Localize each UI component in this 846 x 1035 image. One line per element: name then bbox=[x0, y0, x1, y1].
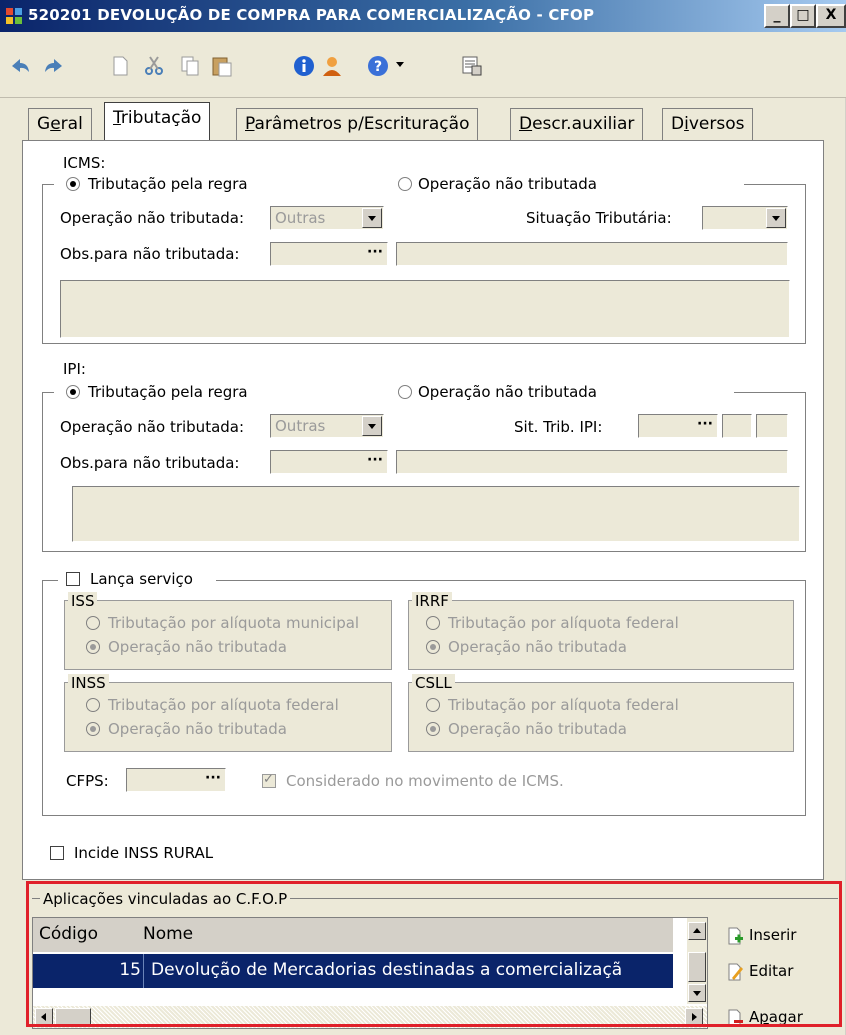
ipi-sit-trib-label: Sit. Trib. IPI: bbox=[514, 418, 603, 436]
icms-situacao-label: Situação Tributária: bbox=[526, 209, 672, 227]
cut-icon[interactable] bbox=[142, 54, 166, 78]
ipi-sit-trib-lookup[interactable]: ··· bbox=[638, 414, 718, 438]
app-icon bbox=[6, 8, 22, 24]
csll-opt1-radio[interactable] bbox=[426, 698, 440, 712]
svg-text:?: ? bbox=[374, 59, 382, 75]
inss-rural-label: Incide INSS RURAL bbox=[74, 844, 214, 862]
help-icon[interactable]: ? bbox=[366, 54, 390, 78]
ipi-obs-lookup[interactable]: ··· bbox=[270, 450, 388, 474]
irrf-opt2-label: Operação não tributada bbox=[448, 638, 627, 656]
icms-op-nao-trib-label: Operação não tributada: bbox=[60, 209, 245, 227]
ipi-nao-trib-label: Operação não tributada bbox=[418, 383, 597, 401]
window-title: 520201 DEVOLUÇÃO DE COMPRA PARA COMERCIA… bbox=[28, 6, 595, 24]
title-bar: 520201 DEVOLUÇÃO DE COMPRA PARA COMERCIA… bbox=[0, 0, 846, 32]
icms-regra-radio[interactable] bbox=[66, 177, 80, 191]
highlight-outline bbox=[26, 881, 842, 1027]
tab-diversos[interactable]: Diversos bbox=[662, 108, 754, 140]
help-dropdown-arrow-icon[interactable] bbox=[396, 62, 404, 67]
tab-tributacao[interactable]: Tributação bbox=[104, 102, 211, 140]
inss-opt2-radio[interactable] bbox=[86, 722, 100, 736]
iss-opt1-label: Tributação por alíquota municipal bbox=[108, 614, 360, 632]
paste-icon[interactable] bbox=[210, 54, 234, 78]
considerado-label: Considerado no movimento de ICMS. bbox=[286, 772, 564, 790]
csll-title: CSLL bbox=[412, 674, 455, 692]
iss-title: ISS bbox=[68, 592, 98, 610]
ipi-op-nao-trib-value: Outras bbox=[275, 417, 326, 435]
ipi-nao-trib-radio[interactable] bbox=[398, 385, 412, 399]
ellipsis-icon[interactable]: ··· bbox=[367, 452, 383, 468]
ipi-obs-memo bbox=[72, 486, 800, 542]
irrf-opt1-label: Tributação por alíquota federal bbox=[448, 614, 679, 632]
considerado-checkbox[interactable] bbox=[262, 772, 276, 788]
maximize-button[interactable]: □ bbox=[790, 4, 816, 28]
ipi-sit-trib-desc bbox=[756, 414, 788, 438]
csll-opt2-radio[interactable] bbox=[426, 722, 440, 736]
icms-title: ICMS: bbox=[60, 154, 109, 172]
iss-opt1-radio[interactable] bbox=[86, 616, 100, 630]
cfps-label: CFPS: bbox=[66, 772, 109, 790]
ellipsis-icon[interactable]: ··· bbox=[205, 770, 221, 786]
csll-opt1-label: Tributação por alíquota federal bbox=[448, 696, 679, 714]
icms-obs-label: Obs.para não tributada: bbox=[60, 245, 240, 263]
irrf-opt2-radio[interactable] bbox=[426, 640, 440, 654]
cfps-lookup[interactable]: ··· bbox=[126, 768, 226, 792]
iss-subgroup bbox=[64, 600, 392, 670]
icms-obs-lookup[interactable]: ··· bbox=[270, 242, 388, 266]
inss-subgroup bbox=[64, 682, 392, 752]
icms-obs-description bbox=[396, 242, 788, 266]
icms-op-nao-trib-value: Outras bbox=[275, 209, 326, 227]
user-icon[interactable] bbox=[320, 54, 344, 78]
irrf-title: IRRF bbox=[412, 592, 452, 610]
close-button[interactable]: X bbox=[816, 4, 846, 28]
new-document-icon[interactable] bbox=[108, 54, 132, 78]
icms-nao-trib-radio[interactable] bbox=[398, 177, 412, 191]
lanca-servico-checkbox[interactable] bbox=[66, 572, 80, 586]
csll-subgroup bbox=[408, 682, 794, 752]
minimize-button[interactable]: _ bbox=[764, 4, 790, 28]
ipi-obs-label: Obs.para não tributada: bbox=[60, 454, 240, 472]
print-preview-icon[interactable] bbox=[460, 54, 484, 78]
inss-opt1-label: Tributação por alíquota federal bbox=[108, 696, 339, 714]
copy-icon[interactable] bbox=[178, 54, 202, 78]
cfop-window: 520201 DEVOLUÇÃO DE COMPRA PARA COMERCIA… bbox=[0, 0, 846, 1035]
redo-icon[interactable] bbox=[42, 54, 66, 78]
icms-regra-label: Tributação pela regra bbox=[88, 175, 248, 193]
chevron-down-icon[interactable] bbox=[362, 208, 382, 228]
ipi-obs-description bbox=[396, 450, 788, 474]
tab-parametros-escrituracao[interactable]: Parâmetros p/Escrituração bbox=[236, 108, 479, 140]
tab-descr-auxiliar[interactable]: Descr.auxiliar bbox=[510, 108, 644, 140]
inss-opt1-radio[interactable] bbox=[86, 698, 100, 712]
inss-rural-checkbox[interactable] bbox=[50, 846, 64, 860]
info-icon[interactable] bbox=[292, 54, 316, 78]
iss-opt2-radio[interactable] bbox=[86, 640, 100, 654]
ipi-op-nao-trib-combo[interactable]: Outras bbox=[270, 414, 384, 438]
ipi-regra-label: Tributação pela regra bbox=[88, 383, 248, 401]
ipi-title: IPI: bbox=[60, 360, 89, 378]
tab-geral[interactable]: Geral bbox=[28, 108, 92, 140]
undo-icon[interactable] bbox=[8, 54, 32, 78]
ipi-sit-trib-code bbox=[722, 414, 752, 438]
ipi-regra-radio[interactable] bbox=[66, 385, 80, 399]
lanca-servico-label: Lança serviço bbox=[90, 570, 193, 588]
csll-opt2-label: Operação não tributada bbox=[448, 720, 627, 738]
ellipsis-icon[interactable]: ··· bbox=[367, 244, 383, 260]
inss-title: INSS bbox=[68, 674, 109, 692]
icms-obs-memo bbox=[60, 280, 790, 338]
iss-opt2-label: Operação não tributada bbox=[108, 638, 287, 656]
icms-situacao-combo[interactable] bbox=[702, 206, 788, 230]
chevron-down-icon[interactable] bbox=[362, 416, 382, 436]
ipi-op-nao-trib-label: Operação não tributada: bbox=[60, 418, 245, 436]
ellipsis-icon[interactable]: ··· bbox=[697, 416, 713, 432]
tab-strip: Geral Tributação Parâmetros p/Escrituraç… bbox=[0, 100, 846, 140]
irrf-opt1-radio[interactable] bbox=[426, 616, 440, 630]
inss-opt2-label: Operação não tributada bbox=[108, 720, 287, 738]
icms-nao-trib-label: Operação não tributada bbox=[418, 175, 597, 193]
chevron-down-icon[interactable] bbox=[766, 208, 786, 228]
icms-op-nao-trib-combo[interactable]: Outras bbox=[270, 206, 384, 230]
irrf-subgroup bbox=[408, 600, 794, 670]
